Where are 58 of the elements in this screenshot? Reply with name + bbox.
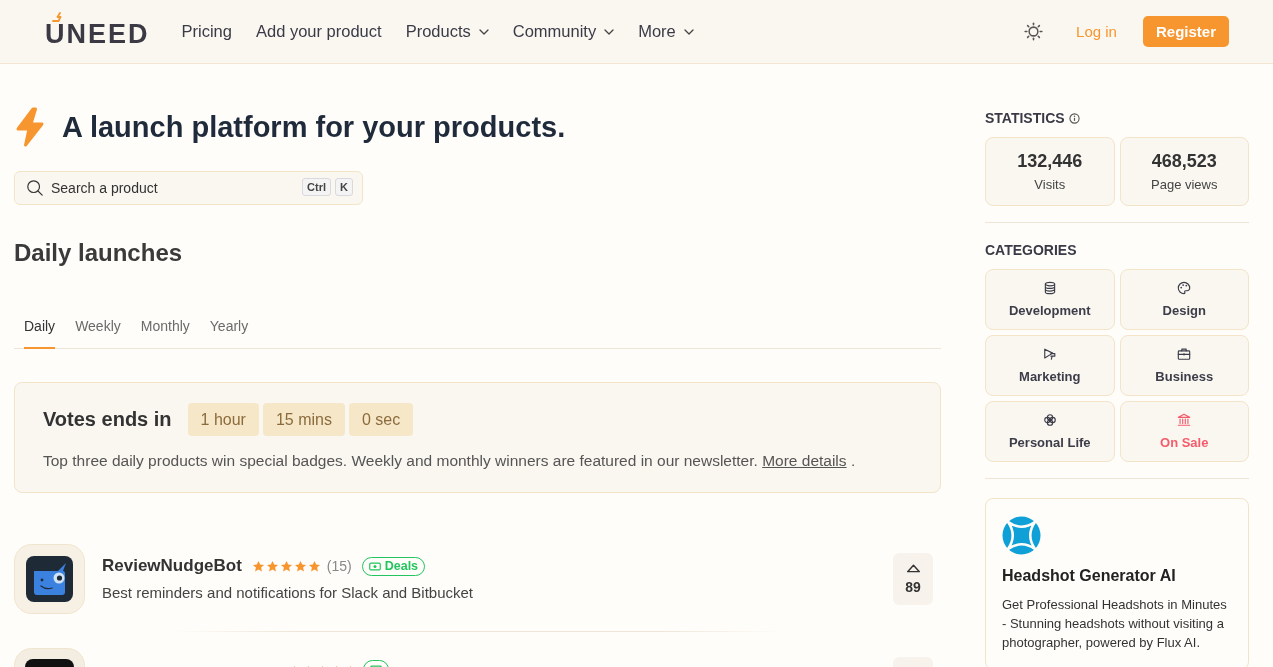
star-icon	[265, 559, 279, 573]
category-link[interactable]: Personal Life	[985, 401, 1115, 462]
stat-label: Page views	[1151, 177, 1218, 192]
sponsor-title: Headshot Generator AI	[1002, 567, 1177, 585]
countdown-segment: 15 mins	[262, 403, 345, 436]
keyboard-key: K	[335, 178, 353, 196]
sponsor-description: Get Professional Headshots in Minutes - Stunning headshots without visiting a photographer, powered by Flux AI.	[1002, 596, 1228, 652]
circle-logo-icon	[1002, 516, 1041, 555]
period-tab[interactable]: Weekly	[75, 307, 121, 349]
bank-icon	[1177, 413, 1192, 427]
info-icon	[1068, 112, 1080, 124]
countdown-segment: 0 sec	[348, 403, 414, 436]
logo[interactable]: UNEED	[45, 12, 150, 47]
triangle-up-icon	[905, 563, 921, 573]
period-tab[interactable]: Monthly	[140, 307, 190, 349]
palette-icon	[1177, 281, 1192, 295]
search-icon	[26, 179, 44, 197]
keyboard-key: Ctrl	[302, 178, 332, 196]
product-name[interactable]: ReviewNudgeBot	[102, 556, 242, 576]
period-tab[interactable]: Yearly	[209, 307, 249, 349]
category-link[interactable]: Marketing	[985, 335, 1115, 396]
section-title: CATEGORIES	[985, 242, 1077, 258]
bot-logo-icon	[14, 544, 85, 614]
nav-link[interactable]: More	[638, 22, 694, 41]
stat-value: 468,523	[1151, 151, 1217, 172]
sun-icon[interactable]	[1024, 22, 1044, 41]
stat-value: 132,446	[1017, 151, 1083, 172]
nav-link[interactable]: Add your product	[255, 22, 382, 41]
stat-label: Visits	[1034, 177, 1066, 192]
nav-link[interactable]: Community	[512, 22, 615, 41]
section-title: STATISTICS	[985, 110, 1065, 126]
star-icon	[251, 559, 265, 573]
countdown-segment: 1 hour	[187, 403, 259, 436]
votes-description: Top three daily products win special badges. Weekly and monthly winners are featured in our newsletter. More details .	[43, 451, 857, 471]
votes-title: Votes ends in	[43, 408, 172, 431]
product-description: Best reminders and notifications for Slack and Bitbucket	[102, 584, 474, 601]
category-link[interactable]: Business	[1119, 335, 1249, 396]
sponsor-card[interactable]: Headshot Generator AI Get Professional Headshots in Minutes - Stunning headshots without visiting a photographer, powered by Flux AI.	[985, 498, 1249, 667]
review-count: (15)	[326, 558, 352, 574]
more-details-link[interactable]: More details	[762, 452, 847, 469]
period-tab[interactable]: Daily	[24, 307, 56, 349]
category-link[interactable]: Design	[1119, 269, 1249, 330]
megaphone-icon	[1042, 347, 1057, 361]
cash-icon	[368, 561, 381, 571]
page-title: A launch platform for your products.	[62, 110, 566, 144]
briefcase-icon	[1177, 347, 1192, 361]
category-link[interactable]: Development	[985, 269, 1115, 330]
deals-label: Deals	[384, 559, 419, 573]
star-icon	[293, 559, 307, 573]
section-heading: Daily launches	[14, 239, 184, 267]
database-icon	[1042, 281, 1057, 295]
star-icon	[307, 559, 321, 573]
upvote-button[interactable]: 89	[893, 553, 933, 605]
flower-icon	[1042, 413, 1057, 427]
nav-link[interactable]: Pricing	[181, 22, 232, 41]
nav-link[interactable]: Products	[405, 22, 489, 41]
lightning-icon	[14, 107, 46, 147]
star-icon	[279, 559, 293, 573]
